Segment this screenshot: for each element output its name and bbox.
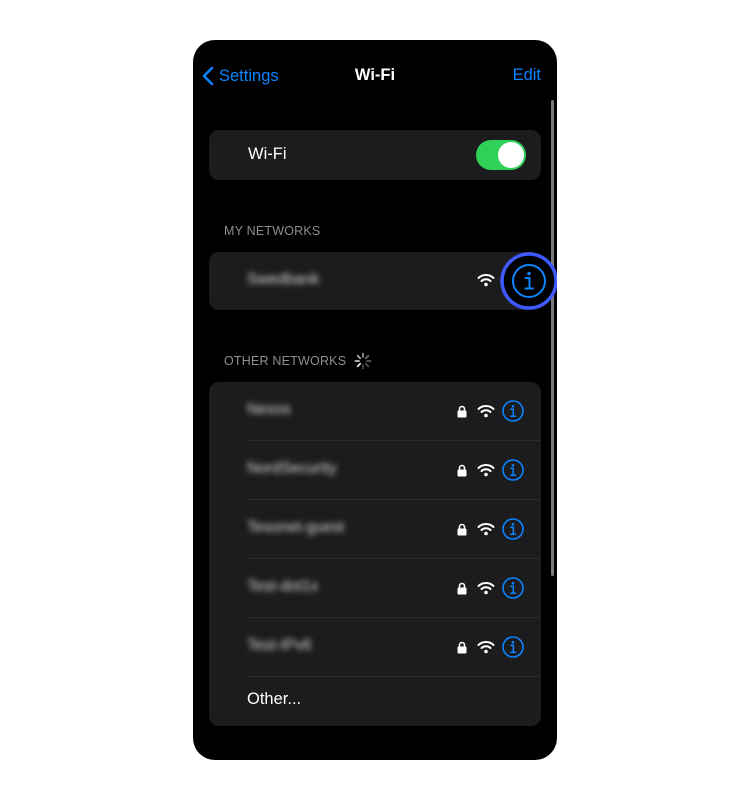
network-row[interactable]: Tesonet-guest (209, 500, 541, 559)
my-networks-header: MY NETWORKS (224, 224, 321, 238)
network-name: Tesonet-guest (247, 519, 345, 536)
network-name: NordSecurity (247, 460, 337, 477)
lock-icon (457, 523, 467, 536)
lock-icon (457, 641, 467, 654)
info-icon[interactable] (502, 636, 524, 658)
phone-screen: Settings Wi-Fi Edit Wi-Fi MY NETWORKS Sw… (193, 40, 557, 760)
wifi-icon (477, 464, 495, 477)
lock-icon (457, 464, 467, 477)
scrollbar[interactable] (551, 100, 554, 576)
wifi-toggle-label: Wi-Fi (248, 145, 287, 163)
wifi-toggle-row: Wi-Fi (209, 130, 541, 180)
network-name: Test-dot1x (247, 578, 319, 595)
other-network-row[interactable]: Other... (209, 677, 541, 726)
network-row[interactable]: Test-IPv6 (209, 618, 541, 677)
lock-icon (457, 582, 467, 595)
info-icon[interactable] (502, 400, 524, 422)
wifi-icon (477, 405, 495, 418)
wifi-icon (477, 523, 495, 536)
other-networks-header: OTHER NETWORKS (224, 352, 372, 370)
network-name: Nexos (247, 401, 291, 418)
toggle-knob (498, 142, 524, 168)
network-name: Swedbank (247, 271, 320, 288)
info-icon[interactable] (502, 518, 524, 540)
network-row[interactable]: Nexos (209, 382, 541, 441)
other-networks-list: Nexos NordSecurity Tesonet-guest Test-do… (209, 382, 541, 726)
spinner-icon (354, 352, 372, 370)
network-row[interactable]: NordSecurity (209, 441, 541, 500)
info-icon[interactable] (502, 459, 524, 481)
wifi-toggle-switch[interactable] (476, 140, 526, 170)
my-networks-list: Swedbank (209, 252, 541, 310)
other-network-label: Other... (247, 690, 302, 708)
lock-icon (457, 405, 467, 418)
page-title: Wi-Fi (354, 66, 396, 84)
info-icon[interactable] (502, 577, 524, 599)
network-name: Test-IPv6 (247, 637, 312, 654)
wifi-icon (477, 641, 495, 654)
info-icon-highlighted[interactable] (500, 252, 557, 310)
wifi-icon (477, 582, 495, 595)
other-networks-header-label: OTHER NETWORKS (224, 354, 347, 368)
network-row[interactable]: Test-dot1x (209, 559, 541, 618)
edit-button[interactable]: Edit (513, 66, 541, 85)
wifi-icon (477, 274, 495, 287)
network-row[interactable]: Swedbank (209, 252, 541, 310)
navigation-bar: Settings Wi-Fi Edit (193, 40, 557, 110)
